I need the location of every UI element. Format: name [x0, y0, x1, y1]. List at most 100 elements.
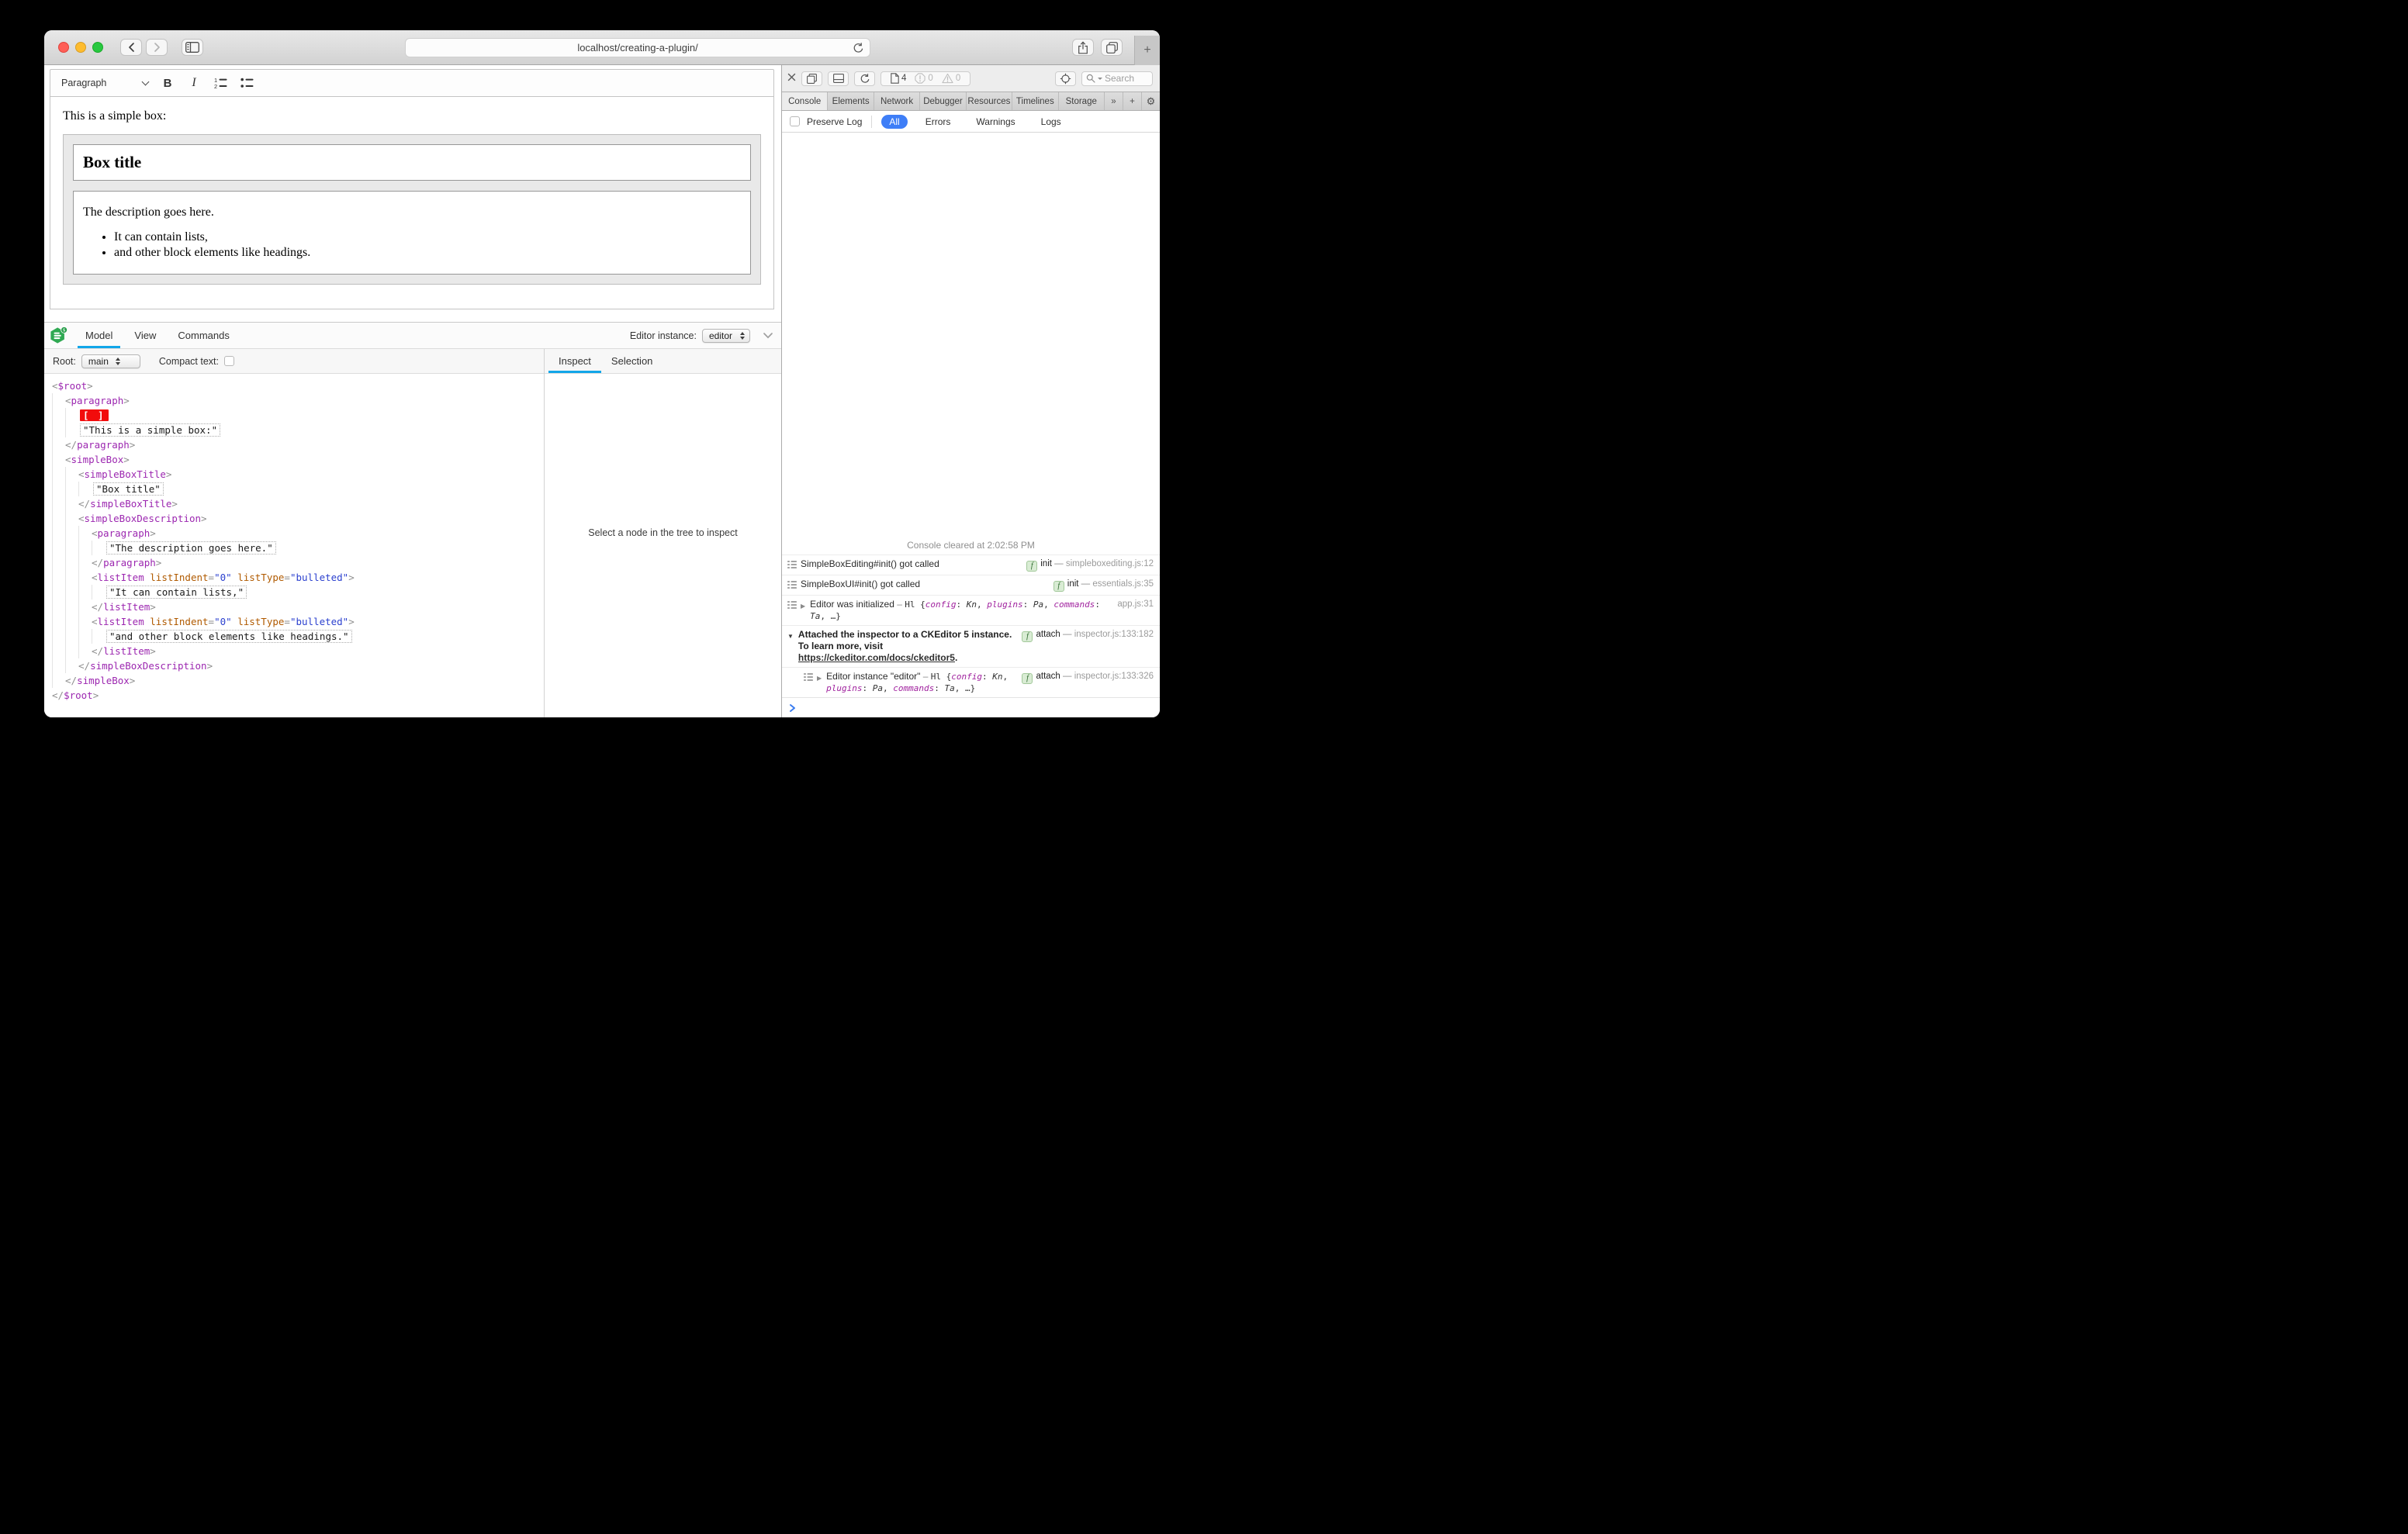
ck-tab-model[interactable]: Model [78, 323, 121, 348]
tree-line[interactable]: < simpleBoxTitle > [52, 467, 544, 482]
url-field[interactable]: localhost/creating-a-plugin/ [405, 37, 870, 57]
filter-errors[interactable]: Errors [918, 115, 959, 129]
console-prompt[interactable] [782, 697, 1160, 717]
reload-button[interactable] [853, 42, 864, 57]
simple-box-widget[interactable]: Box title The description goes here. It … [63, 134, 761, 285]
message-source[interactable]: f attach — inspector.js:133:182 [1022, 629, 1154, 642]
zoom-window-button[interactable] [92, 42, 103, 53]
tree-line[interactable]: < simpleBox > [52, 452, 544, 467]
crosshair-icon [1060, 73, 1071, 84]
tree-line[interactable]: </simpleBoxDescription > [52, 658, 544, 673]
tree-line[interactable]: [ ] [52, 408, 544, 423]
tree-line[interactable]: </simpleBox > [52, 673, 544, 688]
numbered-list-button[interactable]: 12 [207, 73, 234, 93]
node-pane-tab-inspect[interactable]: Inspect [548, 349, 601, 373]
console-message[interactable]: SimpleBoxEditing#init() got called f init … [782, 555, 1160, 575]
tree-line[interactable]: < listItem listIndent = "0" listType = "bulle… [52, 570, 544, 585]
filter-divider [871, 115, 873, 128]
tab-network[interactable]: Network [874, 92, 921, 110]
message-source[interactable]: f init — essentials.js:35 [1053, 579, 1154, 592]
close-window-button[interactable] [58, 42, 69, 53]
tab-storage[interactable]: Storage [1059, 92, 1105, 110]
tree-line[interactable]: </$root > [52, 688, 544, 703]
console-message[interactable]: ▼ Attached the inspector to a CKEditor 5 … [782, 625, 1160, 667]
simple-box-description[interactable]: The description goes here. It can contai… [73, 191, 751, 275]
ck-tab-commands[interactable]: Commands [170, 323, 237, 348]
tab-debugger[interactable]: Debugger [920, 92, 967, 110]
safari-window: localhost/creating-a-plugin/ + Paragraph… [44, 30, 1160, 717]
reload-page-button[interactable] [854, 71, 875, 86]
console-link[interactable]: https://ckeditor.com/docs/ckeditor5 [798, 652, 955, 663]
ckeditor: Paragraph B I 12 This is a simple box: B… [50, 69, 774, 309]
inspector-search-field[interactable]: Search [1081, 71, 1153, 86]
tab-console[interactable]: Console [782, 92, 829, 110]
dock-bottom-button[interactable] [828, 71, 849, 86]
page-count: 4 [891, 73, 906, 84]
tree-line[interactable]: "and other block elements like headings.… [52, 629, 544, 644]
share-button[interactable] [1072, 39, 1094, 56]
tab-timelines[interactable]: Timelines [1012, 92, 1059, 110]
filter-logs[interactable]: Logs [1033, 115, 1069, 129]
node-pane-tab-selection[interactable]: Selection [601, 349, 663, 373]
tree-line[interactable]: </listItem > [52, 599, 544, 614]
add-tab-button[interactable]: + [1123, 92, 1142, 110]
root-select[interactable]: main [81, 354, 140, 368]
new-tab-button[interactable]: + [1134, 36, 1160, 65]
tree-line[interactable]: < simpleBoxDescription > [52, 511, 544, 526]
editor-instance-select[interactable]: editor [702, 328, 750, 343]
message-source[interactable]: f init — simpleboxediting.js:12 [1026, 558, 1154, 572]
tab-elements[interactable]: Elements [828, 92, 874, 110]
indent-guide [65, 541, 78, 555]
back-button[interactable] [120, 39, 142, 56]
collapse-inspector-button[interactable] [762, 330, 774, 345]
minimize-window-button[interactable] [75, 42, 86, 53]
message-source[interactable]: app.js:31 [1117, 599, 1154, 610]
forward-button[interactable] [146, 39, 168, 56]
indent-guide [52, 482, 65, 496]
tree-line[interactable]: "It can contain lists," [52, 585, 544, 599]
bold-button[interactable]: B [154, 73, 181, 93]
close-inspector-button[interactable] [787, 71, 796, 85]
simple-box-title[interactable]: Box title [73, 144, 751, 181]
issues-summary[interactable]: 4 0 0 [881, 71, 971, 86]
tree-line[interactable]: < listItem listIndent = "0" listType = "bulle… [52, 614, 544, 629]
function-name: attach [1036, 672, 1060, 681]
tree-line[interactable]: </paragraph > [52, 437, 544, 452]
document-icon [891, 73, 899, 84]
heading-dropdown[interactable]: Paragraph [54, 73, 154, 93]
tree-line[interactable]: "The description goes here." [52, 541, 544, 555]
tree-line[interactable]: "This is a simple box:" [52, 423, 544, 437]
italic-button[interactable]: I [181, 73, 207, 93]
compact-text-checkbox[interactable] [224, 356, 235, 366]
text: > [150, 527, 156, 539]
desktop-background: localhost/creating-a-plugin/ + Paragraph… [0, 0, 1204, 767]
message-source[interactable]: f attach — inspector.js:133:326 [1022, 671, 1154, 684]
tree-line[interactable]: < $root > [52, 378, 544, 393]
filter-warnings[interactable]: Warnings [968, 115, 1022, 129]
tree-line[interactable]: </paragraph > [52, 555, 544, 570]
tree-line[interactable]: </simpleBoxTitle > [52, 496, 544, 511]
tree-line[interactable]: </listItem > [52, 644, 544, 658]
element-picker-button[interactable] [1055, 71, 1076, 86]
tree-line[interactable]: "Box title" [52, 482, 544, 496]
text: < [92, 527, 98, 539]
tree-line[interactable]: < paragraph > [52, 393, 544, 408]
tab-overflow-button[interactable]: » [1105, 92, 1123, 110]
console-message[interactable]: ▶ Editor was initialized – Hl {config: Kn… [782, 595, 1160, 625]
text: – [894, 599, 905, 610]
bulleted-list-button[interactable] [234, 73, 260, 93]
console-message[interactable]: SimpleBoxUI#init() got called f init — ess… [782, 575, 1160, 595]
tree-line[interactable]: < paragraph > [52, 526, 544, 541]
preserve-log-checkbox[interactable] [790, 116, 800, 126]
ck-tab-view[interactable]: View [126, 323, 164, 348]
compact-text-label: Compact text: [158, 355, 220, 367]
console-message[interactable]: ▶ Editor instance "editor" – Hl {config: … [782, 667, 1160, 697]
tab-resources[interactable]: Resources [967, 92, 1013, 110]
tab-overview-button[interactable] [1101, 39, 1123, 56]
detach-inspector-button[interactable] [801, 71, 822, 86]
editor-editable-area[interactable]: This is a simple box: Box title The desc… [50, 97, 774, 309]
text: > [92, 689, 99, 701]
inspector-settings-button[interactable]: ⚙ [1142, 92, 1160, 110]
sidebar-button[interactable] [182, 39, 203, 56]
filter-all[interactable]: All [881, 114, 908, 129]
